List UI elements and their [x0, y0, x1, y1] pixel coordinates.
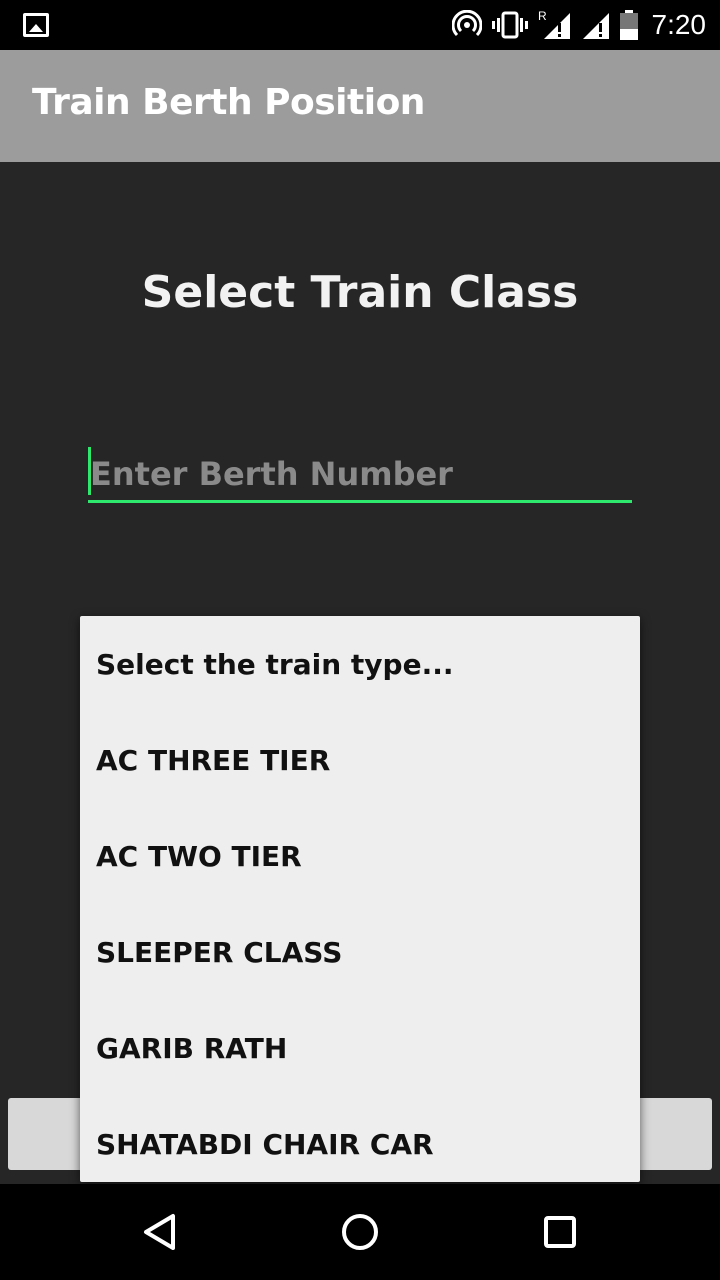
app-title: Train Berth Position — [32, 82, 425, 123]
svg-text:R: R — [538, 9, 547, 23]
gallery-notification-icon — [23, 13, 49, 37]
home-icon — [342, 1214, 378, 1250]
signal-roaming-icon: R — [538, 9, 570, 39]
battery-icon — [619, 10, 638, 40]
navigation-bar — [0, 1184, 720, 1280]
dropdown-item-ac-three-tier[interactable]: AC THREE TIER — [80, 712, 640, 808]
status-bar: R 7:20 — [0, 0, 720, 50]
text-cursor — [88, 447, 91, 495]
recents-button[interactable] — [536, 1208, 584, 1256]
dropdown-item-shatabdi-chair-car[interactable]: SHATABDI CHAIR CAR — [80, 1096, 640, 1182]
recents-icon — [544, 1216, 576, 1248]
dropdown-item-garib-rath[interactable]: GARIB RATH — [80, 1000, 640, 1096]
app-bar: Train Berth Position — [0, 50, 720, 162]
back-button[interactable] — [136, 1208, 184, 1256]
dropdown-item-ac-two-tier[interactable]: AC TWO TIER — [80, 808, 640, 904]
vibrate-icon — [491, 11, 528, 39]
berth-number-input[interactable] — [88, 447, 632, 503]
hotspot-icon — [451, 10, 482, 37]
home-button[interactable] — [336, 1208, 384, 1256]
back-icon — [144, 1214, 175, 1250]
signal-icon — [582, 13, 609, 39]
train-type-dropdown[interactable]: Select the train type... AC THREE TIER A… — [80, 616, 640, 1182]
clock: 7:20 — [651, 9, 707, 40]
dropdown-item-placeholder[interactable]: Select the train type... — [80, 616, 640, 712]
dropdown-item-sleeper-class[interactable]: SLEEPER CLASS — [80, 904, 640, 1000]
page-heading: Select Train Class — [141, 267, 579, 318]
status-icons: R 7:20 — [451, 8, 707, 42]
